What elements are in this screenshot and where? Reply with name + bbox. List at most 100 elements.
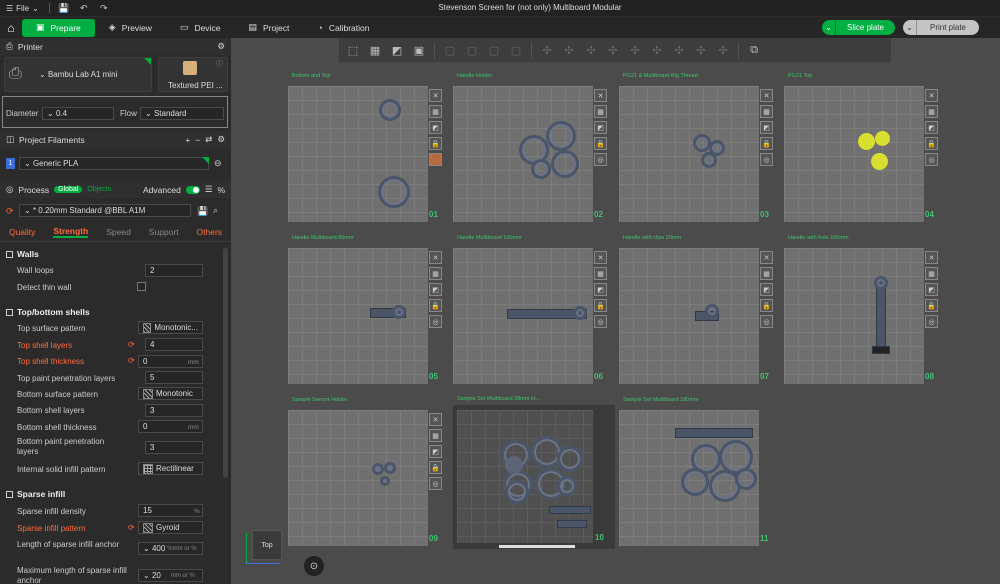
orient-icon[interactable]: ◩ — [594, 283, 607, 296]
settings-icon[interactable]: ◎ — [925, 153, 938, 166]
seam-paint-icon[interactable]: ✣ — [581, 40, 601, 60]
object-ring[interactable] — [378, 176, 410, 208]
tab-device[interactable]: ▭ Device — [166, 19, 235, 37]
slice-plate-button[interactable]: ⌄ Slice plate — [822, 20, 895, 35]
object-ring[interactable] — [701, 152, 717, 168]
close-icon[interactable]: ✕ — [760, 251, 773, 264]
object-clip[interactable] — [872, 346, 890, 354]
print-bed[interactable] — [784, 248, 924, 384]
undo-icon[interactable]: ↶ — [74, 0, 94, 16]
lock-icon[interactable]: 🔒 — [925, 299, 938, 312]
lay-on-face-icon[interactable]: ▢ — [506, 40, 526, 60]
process-profile-select[interactable]: ⌄ * 0.20mm Standard @BBL A1M — [19, 204, 191, 217]
tab-calibration[interactable]: ◔ Calibration — [303, 19, 383, 37]
add-icon[interactable]: + — [185, 135, 190, 145]
print-bed[interactable] — [288, 410, 428, 546]
print-bed[interactable] — [619, 248, 759, 384]
settings-icon[interactable] — [429, 153, 442, 166]
orient-icon[interactable]: ◩ — [429, 121, 442, 134]
tab-others[interactable]: Others — [197, 227, 223, 237]
sidebar-scrollbar[interactable] — [223, 248, 228, 478]
object-ring[interactable] — [372, 463, 384, 475]
print-bed[interactable] — [288, 248, 428, 384]
print-bed[interactable] — [619, 410, 759, 546]
print-bed[interactable] — [457, 410, 593, 543]
scale-icon[interactable]: ▢ — [484, 40, 504, 60]
arrange-icon[interactable]: ▦ — [429, 429, 442, 442]
flow-select[interactable]: ⌄ Standard — [140, 107, 224, 120]
object-ring[interactable] — [557, 446, 583, 472]
close-icon[interactable]: ✕ — [925, 89, 938, 102]
tab-strength[interactable]: Strength — [53, 226, 89, 238]
list-icon[interactable]: ☰ — [205, 184, 213, 195]
file-menu[interactable]: ☰ File ⌄ — [0, 0, 45, 16]
object-ring[interactable] — [735, 468, 757, 490]
tab-support[interactable]: Support — [149, 227, 179, 237]
orient-icon[interactable]: ◩ — [925, 121, 938, 134]
bottom-paint-input[interactable]: 3 — [145, 441, 203, 454]
plate-9[interactable]: Sample Sensor Holder ✕ ▦ ◩ 🔒 ◎ 09 — [288, 397, 450, 548]
sparse-pattern-select[interactable]: Gyroid — [138, 521, 203, 534]
home-icon[interactable]: ⌂ — [0, 17, 22, 38]
reset-icon[interactable]: ⟳ — [128, 523, 135, 532]
object-ring[interactable] — [384, 462, 396, 474]
close-icon[interactable]: ✕ — [594, 251, 607, 264]
lock-icon[interactable]: 🔒 — [594, 137, 607, 150]
wall-loops-input[interactable]: 2 — [145, 264, 203, 277]
arrange-icon[interactable]: ▦ — [594, 105, 607, 118]
tab-speed[interactable]: Speed — [106, 227, 131, 237]
orient-icon[interactable]: ◩ — [760, 121, 773, 134]
zoom-fit-icon[interactable]: ⊙ — [304, 556, 324, 576]
rotate-icon[interactable]: ▢ — [462, 40, 482, 60]
gear-icon[interactable]: ⚙ — [217, 134, 225, 145]
object-ring[interactable] — [380, 476, 390, 486]
object-handle[interactable] — [557, 520, 587, 528]
lock-icon[interactable]: 🔒 — [429, 299, 442, 312]
settings-icon[interactable]: ◎ — [594, 315, 607, 328]
diameter-select[interactable]: ⌄ 0.4 — [42, 107, 114, 120]
object-ring[interactable] — [505, 480, 529, 504]
arrange-icon[interactable]: ▦ — [760, 105, 773, 118]
plate-2[interactable]: Handle Holder ✕ ▦ ◩ 🔒 ◎ 02 — [453, 73, 615, 224]
settings-icon[interactable]: ◎ — [925, 315, 938, 328]
anchor-length-input[interactable]: ⌄ 400 %mm or % — [138, 542, 203, 555]
object-yellow-cap[interactable] — [875, 131, 890, 146]
plate-5[interactable]: Handle Multiboard 80mm ✕ ▦ ◩ 🔒 ◎ 05 — [288, 235, 450, 386]
object-ring[interactable] — [531, 159, 551, 179]
settings-icon[interactable]: ◎ — [760, 153, 773, 166]
object-ring[interactable] — [557, 476, 577, 496]
arrange-grid-icon[interactable]: ▦ — [365, 40, 385, 60]
print-bed[interactable] — [453, 86, 593, 222]
boolean-icon[interactable]: ✣ — [691, 40, 711, 60]
object-ring[interactable] — [392, 305, 406, 319]
settings-icon[interactable]: ◎ — [594, 153, 607, 166]
object-yellow-cap[interactable] — [871, 153, 888, 170]
plate-11[interactable]: Sample Set Multiboard 180mm 11 — [619, 397, 781, 548]
close-icon[interactable]: ✕ — [429, 89, 442, 102]
plate-7[interactable]: Handle with clips 20mm ✕ ▦ ◩ 🔒 ◎ 07 — [619, 235, 781, 386]
plate-icon[interactable]: ▣ — [409, 40, 429, 60]
reset-icon[interactable]: ⟳ — [128, 340, 135, 349]
chevron-down-icon[interactable]: ⌄ — [903, 20, 917, 35]
object-ring[interactable] — [681, 468, 709, 496]
object-yellow-cap[interactable] — [858, 133, 875, 150]
object-handle[interactable] — [675, 428, 753, 438]
settings-icon[interactable]: ◎ — [429, 477, 442, 490]
orient-icon[interactable]: ◩ — [760, 283, 773, 296]
measure-icon[interactable]: ✣ — [647, 40, 667, 60]
internal-solid-select[interactable]: Rectilinear — [138, 462, 203, 475]
advanced-switch[interactable] — [185, 185, 200, 194]
top-layers-input[interactable]: 4 — [145, 338, 203, 351]
tab-prepare[interactable]: ▣ Prepare — [22, 18, 95, 37]
lock-icon[interactable]: 🔒 — [429, 137, 442, 150]
anchor-max-input[interactable]: ⌄ 20 mm or % — [138, 569, 203, 582]
arrange-icon[interactable]: ▦ — [594, 267, 607, 280]
object-ring[interactable] — [551, 150, 579, 178]
print-bed[interactable] — [453, 248, 593, 384]
cut-icon[interactable]: ✣ — [537, 40, 557, 60]
filament-select[interactable]: ⌄ Generic PLA — [19, 157, 209, 170]
search-icon[interactable]: ⌕ — [213, 205, 218, 216]
gear-icon[interactable]: ⚙ — [217, 41, 225, 52]
object-ring[interactable] — [874, 276, 888, 290]
close-icon[interactable]: ✕ — [760, 89, 773, 102]
